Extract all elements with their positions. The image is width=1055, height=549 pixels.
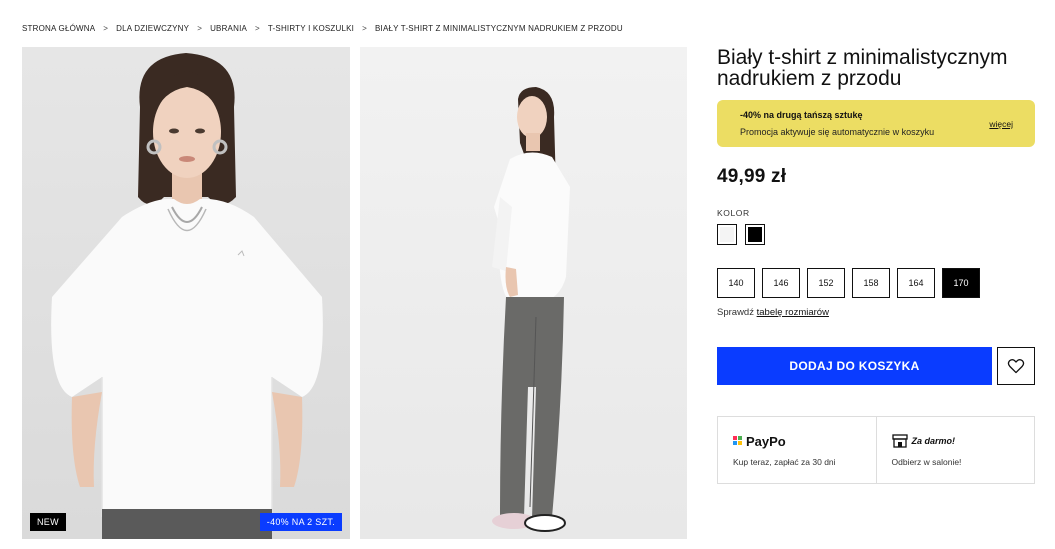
model-side-illustration bbox=[492, 87, 570, 532]
benefit-paypo: PayPo Kup teraz, zapłać za 30 dni bbox=[718, 417, 876, 483]
breadcrumb-separator: > bbox=[103, 23, 109, 33]
benefit-store-pickup: Za darmo! Odbierz w salonie! bbox=[875, 417, 1035, 483]
size-chart-prefix: Sprawdź bbox=[717, 307, 754, 318]
product-title: Biały t-shirt z minimalistycznym nadruki… bbox=[717, 46, 1008, 90]
benefit-title: PayPo bbox=[746, 433, 786, 449]
heart-icon bbox=[1007, 359, 1025, 374]
model-front-illustration bbox=[51, 53, 323, 539]
breadcrumb-separator: > bbox=[255, 23, 260, 33]
badge-promo: -40% NA 2 SZT. bbox=[259, 513, 342, 531]
size-chart-link[interactable]: tabelę rozmiarów bbox=[757, 307, 829, 318]
cart-actions: DODAJ DO KOSZYKA bbox=[717, 347, 1035, 385]
promo-text: Promocja aktywuje się automatycznie w ko… bbox=[740, 127, 935, 137]
store-icon bbox=[891, 434, 908, 448]
add-to-cart-button[interactable]: DODAJ DO KOSZYKA bbox=[717, 347, 992, 385]
breadcrumb-separator: > bbox=[362, 23, 367, 33]
size-chart-line: Sprawdź tabelę rozmiarów bbox=[717, 307, 1035, 318]
benefit-title: Za darmo! bbox=[911, 436, 956, 446]
badge-new: NEW bbox=[30, 513, 66, 531]
breadcrumb-for-girls[interactable]: DLA DZIEWCZYNY bbox=[116, 24, 189, 33]
size-option-146[interactable]: 146 bbox=[762, 268, 800, 298]
size-selector: 140 146 152 158 164 170 bbox=[717, 268, 1035, 298]
paypo-logo-icon bbox=[733, 436, 742, 445]
promo-more-link[interactable]: więcej bbox=[989, 119, 1013, 129]
breadcrumb-current: BIAŁY T-SHIRT Z MINIMALISTYCZNYM NADRUKI… bbox=[374, 23, 623, 33]
breadcrumb-separator: > bbox=[197, 23, 203, 33]
color-swatch-fill bbox=[748, 227, 762, 242]
breadcrumb-tshirts[interactable]: T-SHIRTY I KOSZULKI bbox=[268, 24, 354, 33]
size-option-152[interactable]: 152 bbox=[807, 268, 845, 298]
benefit-text: Odbierz w salonie! bbox=[891, 457, 962, 467]
wishlist-button[interactable] bbox=[997, 347, 1035, 385]
promo-title: -40% na drugą tańszą sztukę bbox=[740, 110, 863, 120]
benefit-text: Kup teraz, zapłać za 30 dni bbox=[733, 457, 836, 467]
breadcrumb-clothes[interactable]: UBRANIA bbox=[210, 24, 247, 33]
promo-banner: -40% na drugą tańszą sztukę Promocja akt… bbox=[717, 100, 1035, 147]
size-option-158[interactable]: 158 bbox=[852, 268, 890, 298]
size-option-170[interactable]: 170 bbox=[942, 268, 980, 298]
product-info: Biały t-shirt z minimalistycznym nadruki… bbox=[717, 47, 1035, 484]
breadcrumb-home[interactable]: STRONA GŁÓWNA bbox=[22, 24, 95, 33]
color-label: KOLOR bbox=[717, 208, 750, 218]
size-option-164[interactable]: 164 bbox=[897, 268, 935, 298]
size-option-140[interactable]: 140 bbox=[717, 268, 755, 298]
color-swatch-white[interactable] bbox=[717, 224, 737, 245]
product-photo-front[interactable]: NEW -40% NA 2 SZT. bbox=[22, 47, 350, 539]
color-swatch-fill bbox=[720, 227, 734, 242]
color-swatch-black[interactable] bbox=[745, 224, 765, 245]
benefits-box: PayPo Kup teraz, zapłać za 30 dni Za dar… bbox=[717, 416, 1035, 484]
breadcrumb: STRONA GŁÓWNA > DLA DZIEWCZYNY > UBRANIA… bbox=[22, 22, 623, 34]
color-swatches bbox=[717, 224, 1035, 245]
product-price: 49,99 zł bbox=[717, 166, 787, 187]
product-photo-side[interactable] bbox=[360, 47, 687, 539]
